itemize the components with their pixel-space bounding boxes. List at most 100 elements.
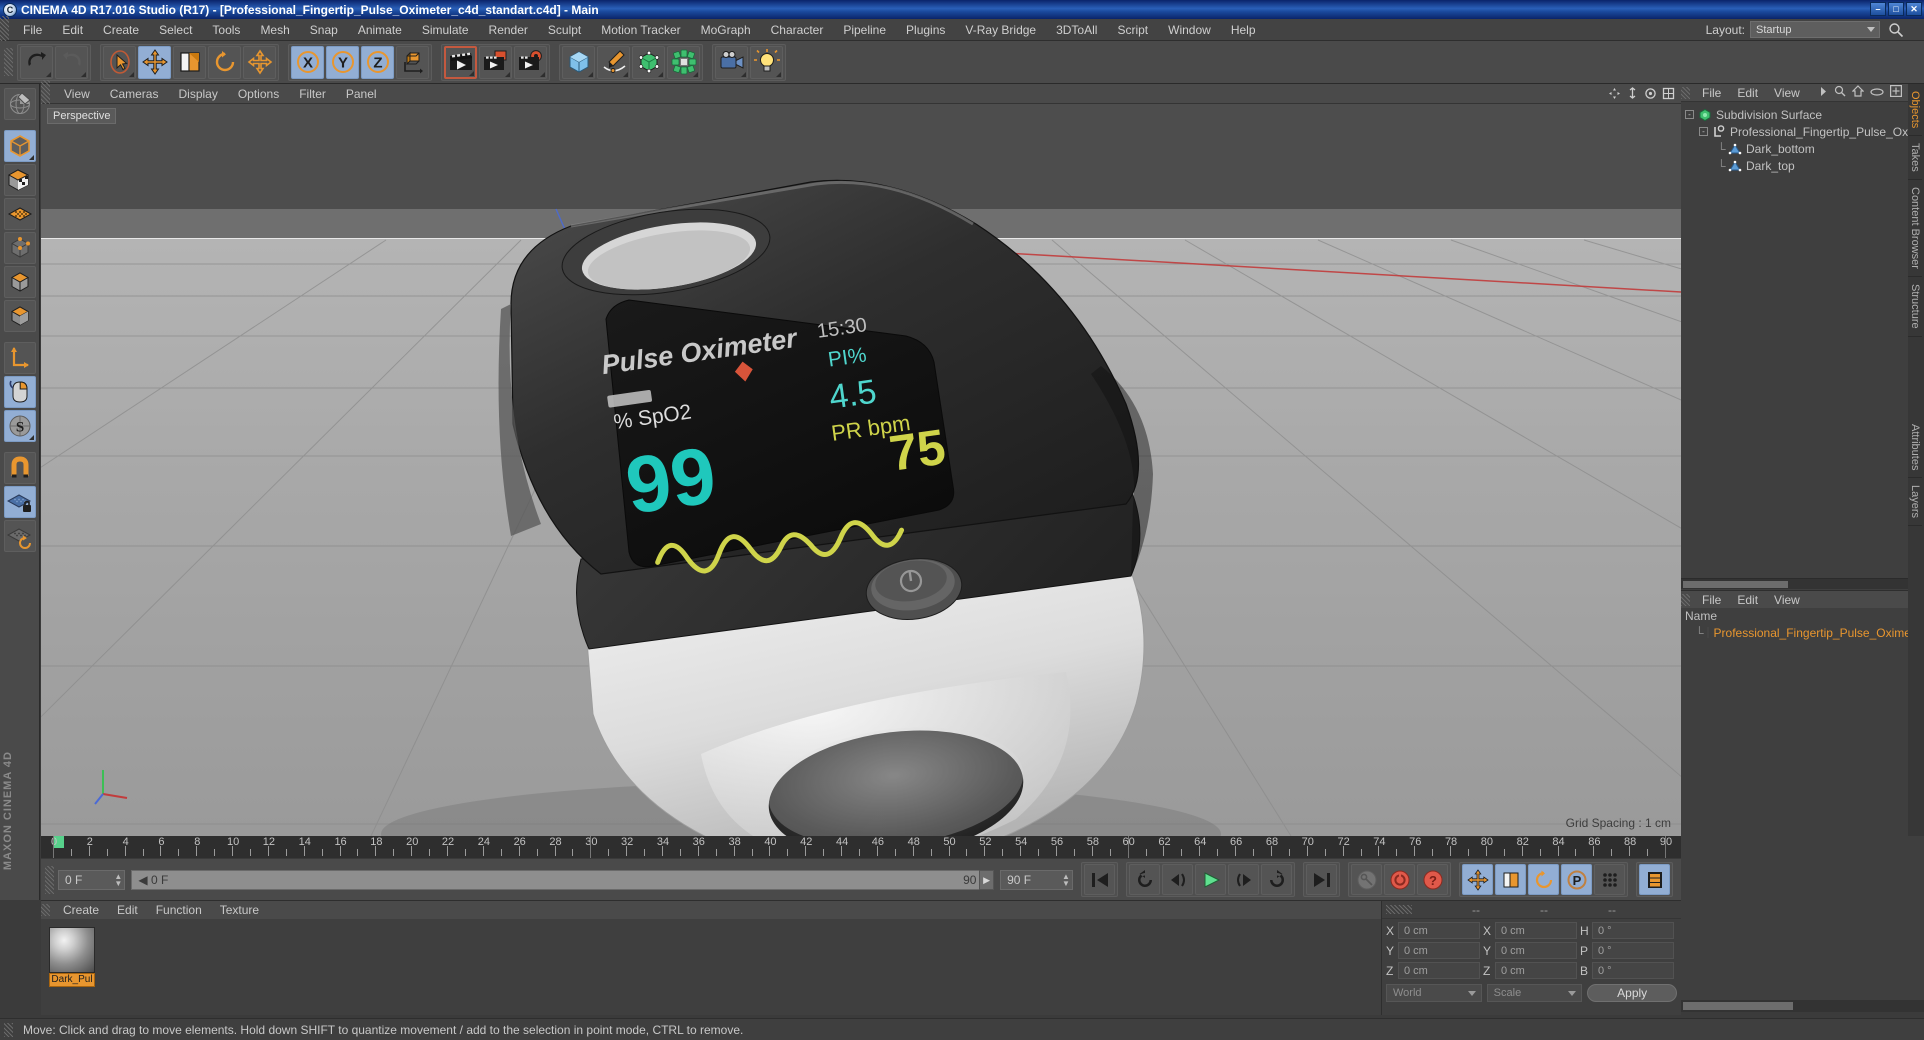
spinner-icon[interactable]: ▲ ▼: [114, 872, 122, 888]
rotation-key-button[interactable]: [1528, 864, 1559, 895]
search-icon[interactable]: [1888, 22, 1904, 38]
tab-objects[interactable]: Objects: [1908, 84, 1922, 137]
object-manager-grip[interactable]: [1681, 86, 1690, 99]
menu-render[interactable]: Render: [479, 19, 538, 41]
param-key-button[interactable]: P: [1561, 864, 1592, 895]
spinner-icon[interactable]: ▲ ▼: [1062, 872, 1070, 888]
move-tool-button[interactable]: [138, 45, 171, 79]
model-mode-button[interactable]: [3, 130, 36, 162]
viewport-menu-options[interactable]: Options: [228, 84, 289, 104]
perspective-viewport[interactable]: Pulse Oximeter 15:30 % SpO2 PI% 4.5 99 P…: [41, 104, 1681, 836]
rot-b-field[interactable]: 0 °: [1592, 962, 1674, 979]
menu-motion-tracker[interactable]: Motion Tracker: [591, 19, 690, 41]
tab-attributes[interactable]: Attributes: [1908, 417, 1922, 479]
points-mode-button[interactable]: [3, 198, 36, 230]
object-manager-menu-view[interactable]: View: [1766, 84, 1808, 102]
move-alt-button[interactable]: [243, 45, 276, 79]
menu-snap[interactable]: Snap: [300, 19, 348, 41]
edit-render-settings-button[interactable]: [514, 45, 547, 79]
menu-file[interactable]: File: [13, 19, 52, 41]
make-editable-button[interactable]: [3, 88, 36, 120]
tab-takes[interactable]: Takes: [1908, 136, 1922, 181]
viewport-solo-button[interactable]: [3, 376, 36, 408]
minimize-button[interactable]: –: [1870, 2, 1886, 16]
size-x-field[interactable]: 0 cm: [1495, 922, 1577, 939]
object-tree-row-dark-bottom[interactable]: └ Dark_bottom: [1685, 140, 1908, 157]
timeline-ruler-panel[interactable]: 0 2 4 6 8 10 12 14 16 18 20 22 24 26 28 30 32 34 36 38 40 42 4…: [41, 836, 1681, 858]
maximize-button[interactable]: □: [1888, 2, 1904, 16]
timeline-toolbar-grip[interactable]: [45, 865, 54, 894]
search-icon[interactable]: [1834, 85, 1846, 100]
position-key-button[interactable]: [1462, 864, 1493, 895]
previous-key-button[interactable]: [1129, 864, 1160, 895]
menu-pipeline[interactable]: Pipeline: [833, 19, 896, 41]
add-spline-button[interactable]: [597, 45, 630, 79]
material-name-label[interactable]: Dark_Pul: [49, 973, 95, 987]
s-mode-button[interactable]: S: [3, 410, 36, 442]
size-z-field[interactable]: 0 cm: [1495, 962, 1577, 979]
tree-expander[interactable]: -: [1699, 127, 1708, 136]
close-button[interactable]: ✕: [1906, 2, 1922, 16]
material-menu-function[interactable]: Function: [147, 901, 211, 919]
bottom-right-scrollbar[interactable]: [1681, 1000, 1924, 1012]
menu-simulate[interactable]: Simulate: [412, 19, 479, 41]
point-level-animation-button[interactable]: [1594, 864, 1625, 895]
menu-sculpt[interactable]: Sculpt: [538, 19, 591, 41]
scale-tool-button[interactable]: [173, 45, 206, 79]
menu-window[interactable]: Window: [1158, 19, 1221, 41]
tree-expander[interactable]: -: [1685, 110, 1694, 119]
lock-z-axis-button[interactable]: Z: [361, 45, 394, 79]
menu-mograph[interactable]: MoGraph: [691, 19, 761, 41]
material-manager-grip[interactable]: [41, 904, 50, 916]
render-view-button[interactable]: [444, 45, 477, 79]
toolbar-grip[interactable]: [4, 48, 13, 76]
material-browser-row[interactable]: └ Professional_Fingertip_Pulse_Oxime: [1681, 624, 1911, 641]
menubar-grip[interactable]: [0, 15, 9, 44]
rotate-tool-button[interactable]: [208, 45, 241, 79]
pulse-oximeter-model[interactable]: Pulse Oximeter 15:30 % SpO2 PI% 4.5 99 P…: [41, 104, 1681, 836]
viewport-menu-display[interactable]: Display: [168, 84, 227, 104]
menu-mesh[interactable]: Mesh: [250, 19, 299, 41]
viewport-perspective-label[interactable]: Perspective: [47, 108, 117, 124]
coordinates-grip[interactable]: [1386, 905, 1412, 914]
rot-h-field[interactable]: 0 °: [1592, 922, 1674, 939]
workplane-button[interactable]: [3, 520, 36, 552]
tab-content-browser[interactable]: Content Browser: [1908, 180, 1922, 277]
object-manager-menu-file[interactable]: File: [1694, 84, 1729, 102]
tab-structure[interactable]: Structure: [1908, 277, 1922, 337]
object-manager-hscrollbar[interactable]: [1681, 578, 1908, 589]
menu-script[interactable]: Script: [1107, 19, 1158, 41]
rotate-view-icon[interactable]: [1644, 87, 1657, 103]
object-tree-row-subdivision-surface[interactable]: - Subdivision Surface: [1685, 106, 1908, 123]
material-preview-thumbnail[interactable]: [49, 927, 95, 973]
menu-vray-bridge[interactable]: V-Ray Bridge: [955, 19, 1046, 41]
next-key-button[interactable]: [1261, 864, 1292, 895]
scrollbar-thumb[interactable]: [1683, 581, 1788, 588]
object-manager-menu-edit[interactable]: Edit: [1729, 84, 1766, 102]
pos-y-field[interactable]: 0 cm: [1398, 942, 1480, 959]
timeline-slider[interactable]: ◀ 0 F 90 F ▶: [131, 869, 995, 890]
expand-icon[interactable]: [1890, 85, 1903, 100]
add-nurbs-button[interactable]: [632, 45, 665, 79]
eye-icon[interactable]: [1870, 86, 1884, 100]
autokey-button[interactable]: [1351, 864, 1382, 895]
material-browser-menu-view[interactable]: View: [1766, 591, 1808, 609]
material-item[interactable]: Dark_Pul: [49, 927, 95, 987]
magnet-button[interactable]: [3, 452, 36, 484]
timeline-button[interactable]: [1639, 864, 1670, 895]
material-menu-create[interactable]: Create: [54, 901, 108, 919]
viewport-menu-cameras[interactable]: Cameras: [100, 84, 169, 104]
menu-help[interactable]: Help: [1221, 19, 1266, 41]
tab-layers[interactable]: Layers: [1908, 478, 1922, 527]
material-browser-menu-file[interactable]: File: [1694, 591, 1729, 609]
add-array-button[interactable]: [667, 45, 700, 79]
lock-workplane-button[interactable]: [3, 486, 36, 518]
texture-mode-button[interactable]: [3, 164, 36, 196]
material-browser-grip[interactable]: [1681, 593, 1690, 606]
add-cube-button[interactable]: [562, 45, 595, 79]
edges-mode-button[interactable]: [3, 232, 36, 264]
lock-x-axis-button[interactable]: X: [291, 45, 324, 79]
zoom-view-icon[interactable]: [1626, 87, 1639, 103]
material-menu-edit[interactable]: Edit: [108, 901, 147, 919]
viewport-menu-filter[interactable]: Filter: [289, 84, 336, 104]
